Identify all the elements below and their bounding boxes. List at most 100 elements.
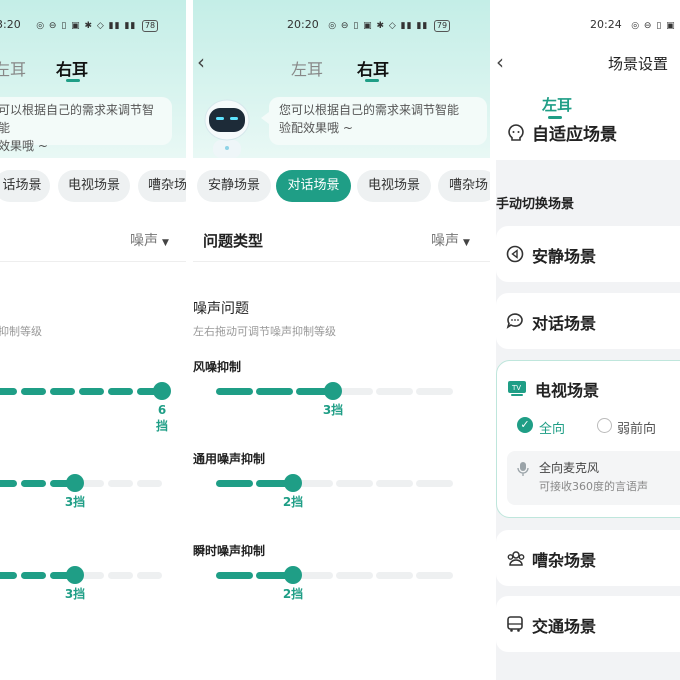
bubble-line-1: 您可以根据自己的需求来调节智能 <box>279 103 460 117</box>
chip-conversation-scene[interactable]: 对话场景 <box>276 170 351 202</box>
tab-left-ear[interactable]: 左耳 <box>291 56 323 80</box>
slider-segment <box>137 572 162 579</box>
slider-segment <box>0 480 17 487</box>
scene-settings-panel: 20:24 ◎ ⊖ ▯ ▣ ‹ 场景设置 左耳 自适应场景 手动切换场景 安静场… <box>496 0 680 680</box>
slider-segment <box>0 388 17 395</box>
status-time: 3:20 <box>0 18 21 31</box>
status-bar: 20:24 ◎ ⊖ ▯ ▣ <box>590 18 676 31</box>
slider-segment <box>376 572 413 579</box>
scene-card-conversation[interactable]: 对话场景 <box>496 293 680 349</box>
battery-indicator: 78 <box>141 20 159 32</box>
slider-segment <box>216 572 253 579</box>
tab-right-ear[interactable]: 右耳 <box>357 56 389 80</box>
battery-indicator: 79 <box>433 20 451 32</box>
status-bar: 20:20 ◎ ⊖ ▯ ▣ ✱ ◇ ▮▮ ▮▮ 79 <box>287 18 451 32</box>
slider-level-label: 3挡 <box>322 403 344 417</box>
slider-knob[interactable] <box>284 566 302 584</box>
slider-level-label: 3挡 <box>64 495 86 509</box>
section-subtitle: 抑制等级 <box>0 325 42 338</box>
chip-tv-scene[interactable]: 电视场景 <box>58 170 130 202</box>
slider-knob[interactable] <box>153 382 171 400</box>
slider-segment <box>216 388 253 395</box>
slider-segment <box>21 480 46 487</box>
check-circle-icon[interactable]: ✓ <box>517 417 533 433</box>
mic-title: 全向麦克风 <box>539 461 600 475</box>
slider-label: 瞬时噪声抑制 <box>193 544 266 558</box>
right-ear-panel: 20:20 ◎ ⊖ ▯ ▣ ✱ ◇ ▮▮ ▮▮ 79 ‹ 左耳 右耳 您可以根据… <box>193 0 490 680</box>
caret-down-icon: ▼ <box>162 238 169 248</box>
slider-segment <box>376 480 413 487</box>
slider-segment <box>216 480 253 487</box>
slider-knob[interactable] <box>66 474 84 492</box>
status-time: 20:20 <box>287 18 319 31</box>
page-title: 场景设置 <box>608 55 669 73</box>
slider-segment <box>108 480 133 487</box>
mic-description: 可接收360度的言语声 <box>539 480 648 493</box>
problem-type-row[interactable]: 问题类型 噪声 ▼ <box>193 218 490 262</box>
crowd-icon <box>506 549 525 567</box>
slider-level-label: 6挡 <box>155 403 168 433</box>
slider-label: 通用噪声抑制 <box>193 452 266 466</box>
scene-card-tv[interactable]: TV 电视场景 ✓ 全向 弱前向 全向麦克风 可接收360度的言语声 <box>496 360 680 518</box>
bubble-line-1: 可以根据自己的需求来调节智能 <box>0 103 155 135</box>
slider-label: 风噪抑制 <box>193 360 242 374</box>
scene-name: 电视场景 <box>535 381 600 400</box>
slider-segment <box>376 388 413 395</box>
robot-avatar-icon <box>199 94 255 158</box>
slider-segment <box>108 388 133 395</box>
radio-unchecked-icon[interactable] <box>597 418 612 433</box>
back-arrow-icon[interactable]: ‹ <box>197 50 205 74</box>
section-title: 噪声问题 <box>193 301 249 317</box>
level-slider[interactable] <box>0 566 162 584</box>
level-slider[interactable] <box>216 382 453 400</box>
speech-bubble: 您可以根据自己的需求来调节智能 验配效果哦 ~ <box>269 97 487 145</box>
slider-segment <box>416 572 453 579</box>
chip-noisy-scene[interactable]: 嘈杂场 <box>138 170 186 202</box>
scene-card-noisy[interactable]: 嘈杂场景 <box>496 530 680 586</box>
chip-noisy-scene[interactable]: 嘈杂场 <box>438 170 490 202</box>
status-icons: ◎ ⊖ ▯ ▣ ✱ ◇ ▮▮ ▮▮ <box>328 21 429 31</box>
status-icons: ◎ ⊖ ▯ ▣ ✱ ◇ ▮▮ ▮▮ <box>36 21 137 31</box>
level-slider[interactable] <box>0 382 171 400</box>
slider-segment <box>108 572 133 579</box>
adaptive-scene-label[interactable]: 自适应场景 <box>532 120 617 145</box>
scene-name: 交通场景 <box>532 617 597 636</box>
level-slider[interactable] <box>0 474 162 492</box>
caret-down-icon: ▼ <box>463 238 470 248</box>
tab-indicator <box>548 116 562 119</box>
tab-right-ear[interactable]: 右耳 <box>56 56 88 80</box>
slider-knob[interactable] <box>284 474 302 492</box>
option-omni[interactable]: 全向 <box>539 418 565 437</box>
chip-quiet-scene[interactable]: 安静场景 <box>197 170 271 202</box>
bubble-line-2: 验配效果哦 ~ <box>279 121 353 135</box>
slider-segment <box>416 388 453 395</box>
problem-type-row[interactable]: 噪声 ▼ <box>0 218 186 262</box>
slider-segment <box>21 388 46 395</box>
back-arrow-icon[interactable]: ‹ <box>496 50 504 74</box>
tab-indicator <box>66 79 80 82</box>
status-bar: 3:20 ◎ ⊖ ▯ ▣ ✱ ◇ ▮▮ ▮▮ 78 <box>0 18 159 32</box>
quiet-scene-icon <box>506 245 524 263</box>
manual-switch-title: 手动切换场景 <box>496 197 575 212</box>
scene-card-quiet[interactable]: 安静场景 <box>496 226 680 282</box>
bubble-line-2: 效果哦 ~ <box>0 139 48 153</box>
slider-segment <box>137 480 162 487</box>
chip-conversation-scene[interactable]: 话场景 <box>0 170 50 202</box>
tab-left-ear[interactable]: 左耳 <box>0 56 26 80</box>
level-slider[interactable] <box>216 474 453 492</box>
tab-left-ear[interactable]: 左耳 <box>542 94 572 115</box>
slider-segment <box>21 572 46 579</box>
chip-tv-scene[interactable]: 电视场景 <box>357 170 431 202</box>
problem-type-value: 噪声 <box>130 233 158 249</box>
scene-name: 安静场景 <box>532 247 597 266</box>
level-slider[interactable] <box>216 566 453 584</box>
slider-segment <box>79 388 104 395</box>
slider-knob[interactable] <box>324 382 342 400</box>
scene-card-traffic[interactable]: 交通场景 <box>496 596 680 652</box>
mic-info-box: 全向麦克风 可接收360度的言语声 <box>507 451 680 505</box>
tab-indicator <box>365 79 379 82</box>
slider-knob[interactable] <box>66 566 84 584</box>
option-weak-front[interactable]: 弱前向 <box>617 418 656 437</box>
slider-segment <box>336 480 373 487</box>
slider-segment <box>256 388 293 395</box>
